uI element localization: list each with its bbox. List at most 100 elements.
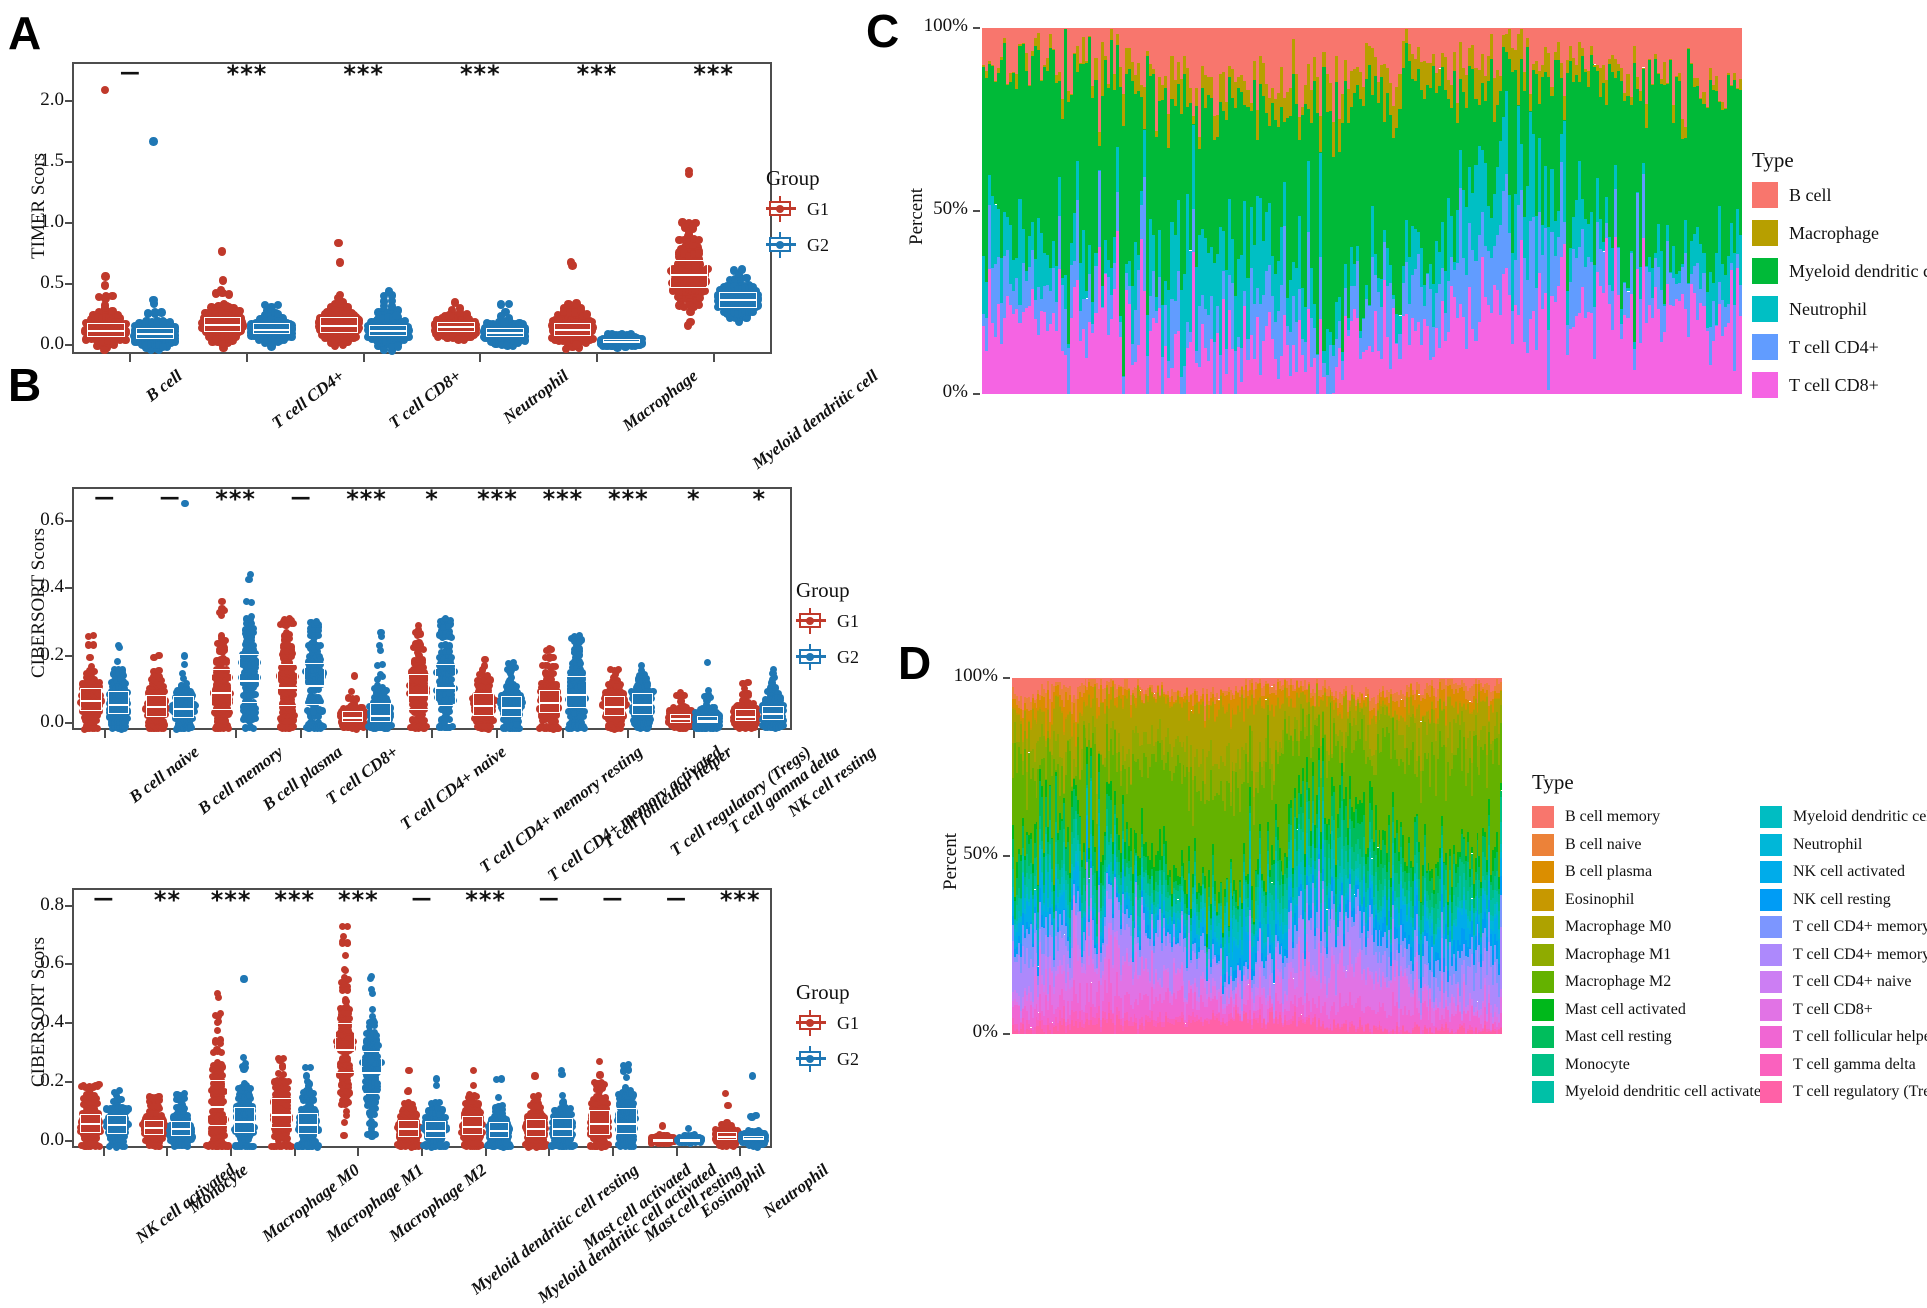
data-point <box>232 332 240 340</box>
data-point <box>108 292 116 300</box>
box-median-line <box>473 705 494 707</box>
box-plot-overlay <box>408 674 429 709</box>
data-point <box>121 680 128 687</box>
boxplot-key-icon <box>766 196 796 222</box>
significance-marker: *** <box>420 60 540 88</box>
data-point <box>678 697 685 704</box>
data-point <box>381 689 388 696</box>
y-tick-label: 0.4 <box>20 576 64 598</box>
data-point <box>149 137 157 145</box>
y-tick-mark <box>65 100 72 102</box>
data-point <box>420 664 427 671</box>
legend-item-g2[interactable]: G2 <box>796 644 859 670</box>
data-point <box>513 721 520 728</box>
x-axis-label: B cell naive <box>125 742 203 807</box>
data-point <box>101 272 109 280</box>
box-plot-overlay <box>566 676 587 708</box>
legend-item-label: G1 <box>837 611 859 632</box>
data-point <box>705 687 712 694</box>
y-tick-mark <box>65 1022 72 1024</box>
y-tick-mark <box>65 1140 72 1142</box>
y-tick-mark <box>65 963 72 965</box>
data-point <box>334 239 342 247</box>
legend-item-g1[interactable]: G1 <box>796 608 859 634</box>
y-tick-label: 0.2 <box>20 644 64 666</box>
legend-item-label: G2 <box>807 235 829 256</box>
data-point <box>225 290 233 298</box>
data-point <box>157 308 165 316</box>
panel-letter-a: A <box>8 10 41 56</box>
data-point <box>744 679 751 686</box>
data-point <box>549 670 556 677</box>
data-point <box>770 666 777 673</box>
box-plot-overlay <box>435 664 456 706</box>
box-plot-overlay <box>277 664 298 706</box>
data-point <box>487 676 494 683</box>
data-point <box>187 724 194 731</box>
data-point <box>392 311 400 319</box>
data-point <box>219 276 227 284</box>
legend-item-g2[interactable]: G2 <box>766 232 829 258</box>
box-median-line <box>136 333 174 335</box>
data-point <box>513 689 520 696</box>
box-plot-overlay <box>370 703 391 722</box>
data-point <box>618 330 626 338</box>
data-point <box>748 308 756 316</box>
data-point <box>445 623 452 630</box>
x-tick-mark <box>421 1148 423 1156</box>
data-point <box>748 283 756 291</box>
data-point <box>420 717 427 724</box>
significance-marker: *** <box>187 60 307 88</box>
box-plot-overlay <box>239 654 260 703</box>
box-median-line <box>697 720 718 722</box>
x-tick-mark <box>758 730 760 738</box>
x-tick-mark <box>363 354 365 362</box>
boxplot-key-icon <box>796 608 826 634</box>
box-median-line <box>304 685 325 687</box>
y-tick-mark <box>65 283 72 285</box>
data-point <box>777 694 784 701</box>
x-axis-label: Myeloid dendritic cell <box>748 366 881 473</box>
box-median-line <box>146 706 167 708</box>
data-point <box>250 725 257 732</box>
x-tick-mark <box>300 730 302 738</box>
data-point <box>742 274 750 282</box>
y-tick-mark <box>65 1081 72 1083</box>
data-point <box>576 651 583 658</box>
x-tick-mark <box>627 730 629 738</box>
panel-a-plot-area <box>72 62 772 354</box>
data-point <box>225 711 232 718</box>
y-tick-label: 1.0 <box>20 211 64 233</box>
x-axis-label: Neutrophil <box>500 366 573 428</box>
data-point <box>315 632 322 639</box>
legend-item-label: G2 <box>837 647 859 668</box>
box-plot-overlay <box>304 663 325 705</box>
significance-marker: *** <box>654 60 774 88</box>
box-median-line <box>603 341 641 343</box>
data-point <box>252 715 259 722</box>
x-tick-mark <box>431 730 433 738</box>
data-point <box>384 725 391 732</box>
data-point <box>420 646 427 653</box>
data-point <box>552 663 559 670</box>
data-point <box>159 718 166 725</box>
box-median-line <box>501 707 522 709</box>
box-plot-overlay <box>173 696 194 718</box>
y-tick-mark <box>65 655 72 657</box>
panel-letter-b: B <box>8 362 41 408</box>
data-point <box>335 296 343 304</box>
x-tick-mark <box>166 1148 168 1156</box>
legend-item-g1[interactable]: G1 <box>766 196 829 222</box>
box-median-line <box>604 706 625 708</box>
box-median-line <box>239 680 260 682</box>
box-median-line <box>670 274 708 276</box>
box-median-line <box>320 325 358 327</box>
box-median-line <box>437 326 475 328</box>
y-tick-label: 0.0 <box>20 1129 64 1151</box>
data-point <box>420 725 427 732</box>
box-median-line <box>554 329 592 331</box>
box-median-line <box>632 704 653 706</box>
significance-marker: *** <box>304 60 424 88</box>
x-tick-mark <box>169 730 171 738</box>
data-point <box>313 618 320 625</box>
